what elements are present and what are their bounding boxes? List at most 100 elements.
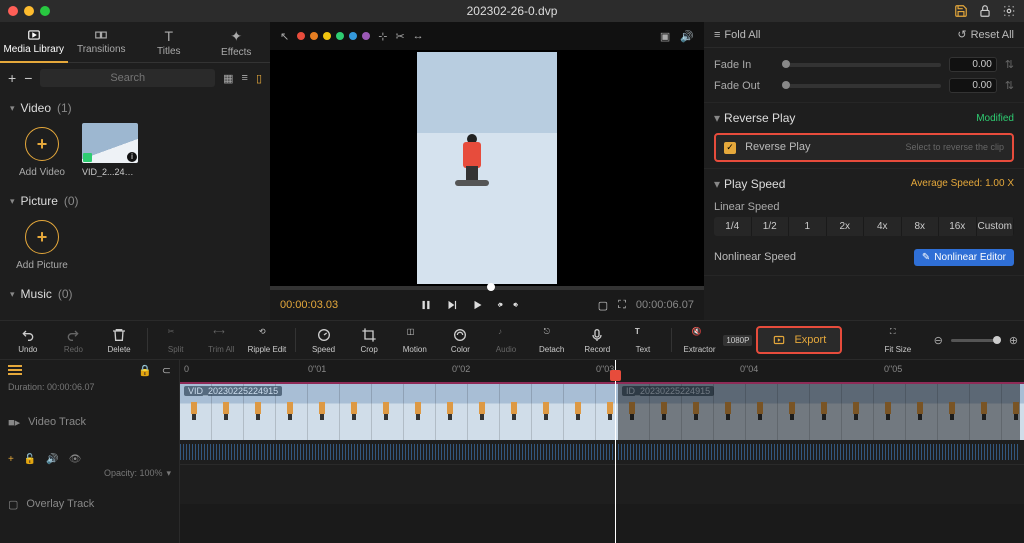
cursor-icon[interactable]: ↖ (280, 30, 289, 43)
timeline-tracks[interactable]: 0 0"01 0"02 0"03 0"04 0"05 VID_202302252… (180, 360, 1024, 543)
tool-icon-1[interactable]: ⊹ (378, 30, 387, 43)
audio-track-row[interactable] (180, 440, 1024, 464)
video-track-controls: + 🔓 🔊 👁 (0, 450, 179, 468)
section-header-picture[interactable]: ▾ Picture (0) (10, 190, 260, 212)
speed-16x[interactable]: 16x (939, 217, 977, 236)
magnet-icon[interactable]: ⊂ (162, 364, 171, 377)
add-icon[interactable]: + (8, 70, 16, 86)
section-header-music[interactable]: ▾ Music (0) (10, 283, 260, 305)
tab-media-library[interactable]: Media Library (0, 22, 68, 62)
delete-button[interactable]: Delete (97, 327, 141, 354)
scrubber-knob[interactable] (487, 283, 495, 291)
audio-button[interactable]: ♪Audio (484, 327, 528, 354)
ripple-edit-button[interactable]: ⟲Ripple Edit (245, 327, 289, 354)
speed-1-2[interactable]: 1/2 (752, 217, 790, 236)
window-titlebar: 202302-26-0.dvp (0, 0, 1024, 22)
export-button[interactable]: Export (756, 326, 842, 354)
undo-button[interactable]: Undo (6, 327, 50, 354)
prev-frame-button[interactable]: ‹• (497, 299, 501, 311)
volume-icon[interactable]: 🔊 (680, 30, 694, 43)
timeline-duration: Duration: 00:00:06.07 (0, 380, 179, 394)
video-preview[interactable] (270, 50, 704, 286)
add-track-icon[interactable]: + (8, 454, 14, 465)
reverse-play-checkbox[interactable]: ✓ Reverse Play (724, 141, 810, 154)
speed-4x[interactable]: 4x (864, 217, 902, 236)
record-button[interactable]: Record (575, 327, 619, 354)
camera-icon[interactable]: ▣ (660, 30, 670, 43)
preview-scrubber[interactable] (270, 286, 704, 290)
speed-8x[interactable]: 8x (902, 217, 940, 236)
tool-icon-2[interactable]: ✂ (395, 30, 404, 43)
section-header-video[interactable]: ▾ Video (1) (10, 97, 260, 119)
redo-button[interactable]: Redo (52, 327, 96, 354)
lock-icon[interactable] (978, 4, 992, 18)
fullscreen-icon[interactable]: ⛶ (618, 299, 626, 312)
tool-icon-3[interactable]: ↔ (413, 30, 424, 42)
info-icon[interactable]: i (127, 152, 137, 162)
tab-effects[interactable]: ✦ Effects (203, 22, 271, 62)
nonlinear-editor-button[interactable]: ✎ Nonlinear Editor (914, 249, 1014, 266)
timeline-menu-icon[interactable] (8, 365, 22, 375)
fold-all-button[interactable]: ≡Fold All (714, 29, 761, 41)
color-markers[interactable] (297, 32, 370, 40)
save-icon[interactable] (954, 4, 968, 18)
media-clip-thumbnail[interactable]: i VID_2...24915 (82, 123, 138, 178)
split-button[interactable]: ✂Split (154, 327, 198, 354)
plus-circle-icon: + (25, 127, 59, 161)
library-tabs: Media Library Transitions T Titles ✦ Eff… (0, 22, 270, 63)
stepper-icon[interactable]: ⇅ (1005, 58, 1014, 71)
speed-button[interactable]: Speed (302, 327, 346, 354)
play-button[interactable] (471, 298, 485, 312)
lock-track-icon[interactable]: 🔓 (24, 454, 36, 465)
add-video-button[interactable]: + Add Video (14, 123, 70, 178)
timeline-ruler[interactable]: 0 0"01 0"02 0"03 0"04 0"05 (180, 360, 1024, 384)
fade-out-slider[interactable] (782, 84, 941, 88)
zoom-slider[interactable] (951, 339, 1001, 342)
grid-view-icon[interactable]: ▦ (223, 72, 233, 85)
sort-icon[interactable]: ▯ (256, 72, 262, 85)
pause-button[interactable] (419, 298, 433, 312)
edit-toolbar: Undo Redo Delete ✂Split ⟷Trim All ⟲Rippl… (0, 320, 1024, 360)
list-view-icon[interactable]: ≡ (242, 72, 248, 84)
reset-all-button[interactable]: ↺Reset All (957, 28, 1014, 41)
remove-icon[interactable]: − (24, 70, 32, 86)
video-track-row[interactable]: VID_20230225224915 ID_20230225224915 (180, 384, 1024, 440)
detach-button[interactable]: ⎋Detach (530, 327, 574, 354)
speed-custom[interactable]: Custom (977, 217, 1015, 236)
add-picture-button[interactable]: + Add Picture (14, 216, 70, 271)
crop-button[interactable]: Crop (347, 327, 391, 354)
fade-in-value[interactable] (949, 57, 997, 72)
zoom-in-icon[interactable]: ⊕ (1009, 334, 1018, 347)
playhead[interactable] (615, 360, 616, 543)
tab-transitions[interactable]: Transitions (68, 22, 136, 62)
extractor-button[interactable]: 🔇Extractor (678, 327, 722, 354)
speed-1-4[interactable]: 1/4 (714, 217, 752, 236)
settings-icon[interactable] (1002, 4, 1016, 18)
overlay-track-row[interactable] (180, 464, 1024, 504)
trim-all-button[interactable]: ⟷Trim All (199, 327, 243, 354)
speed-1x[interactable]: 1 (789, 217, 827, 236)
lock-all-icon[interactable]: 🔒 (138, 364, 152, 377)
aspect-icon[interactable]: ▢ (598, 299, 608, 312)
audio-waveform-1 (180, 444, 615, 460)
mute-track-icon[interactable]: 🔊 (46, 454, 58, 465)
reverse-hint: Select to reverse the clip (905, 142, 1004, 152)
play-to-button[interactable] (445, 298, 459, 312)
used-check-icon (83, 153, 92, 162)
fade-out-value[interactable] (949, 78, 997, 93)
opacity-label[interactable]: Opacity: 100% ▾ (0, 468, 179, 484)
trimmed-region-overlay (618, 384, 1020, 440)
search-input[interactable] (40, 69, 215, 87)
visibility-icon[interactable]: 👁 (69, 454, 82, 465)
next-frame-button[interactable]: •› (513, 299, 517, 311)
fit-size-button[interactable]: ⛶Fit Size (876, 327, 920, 354)
tab-titles[interactable]: T Titles (135, 22, 203, 62)
text-button[interactable]: TText (621, 327, 665, 354)
zoom-out-icon[interactable]: ⊖ (934, 334, 943, 347)
fade-in-slider[interactable] (782, 63, 941, 67)
video-clip-1[interactable]: VID_20230225224915 (180, 384, 615, 440)
color-button[interactable]: Color (439, 327, 483, 354)
motion-button[interactable]: ◫Motion (393, 327, 437, 354)
speed-2x[interactable]: 2x (827, 217, 865, 236)
stepper-icon[interactable]: ⇅ (1005, 79, 1014, 92)
